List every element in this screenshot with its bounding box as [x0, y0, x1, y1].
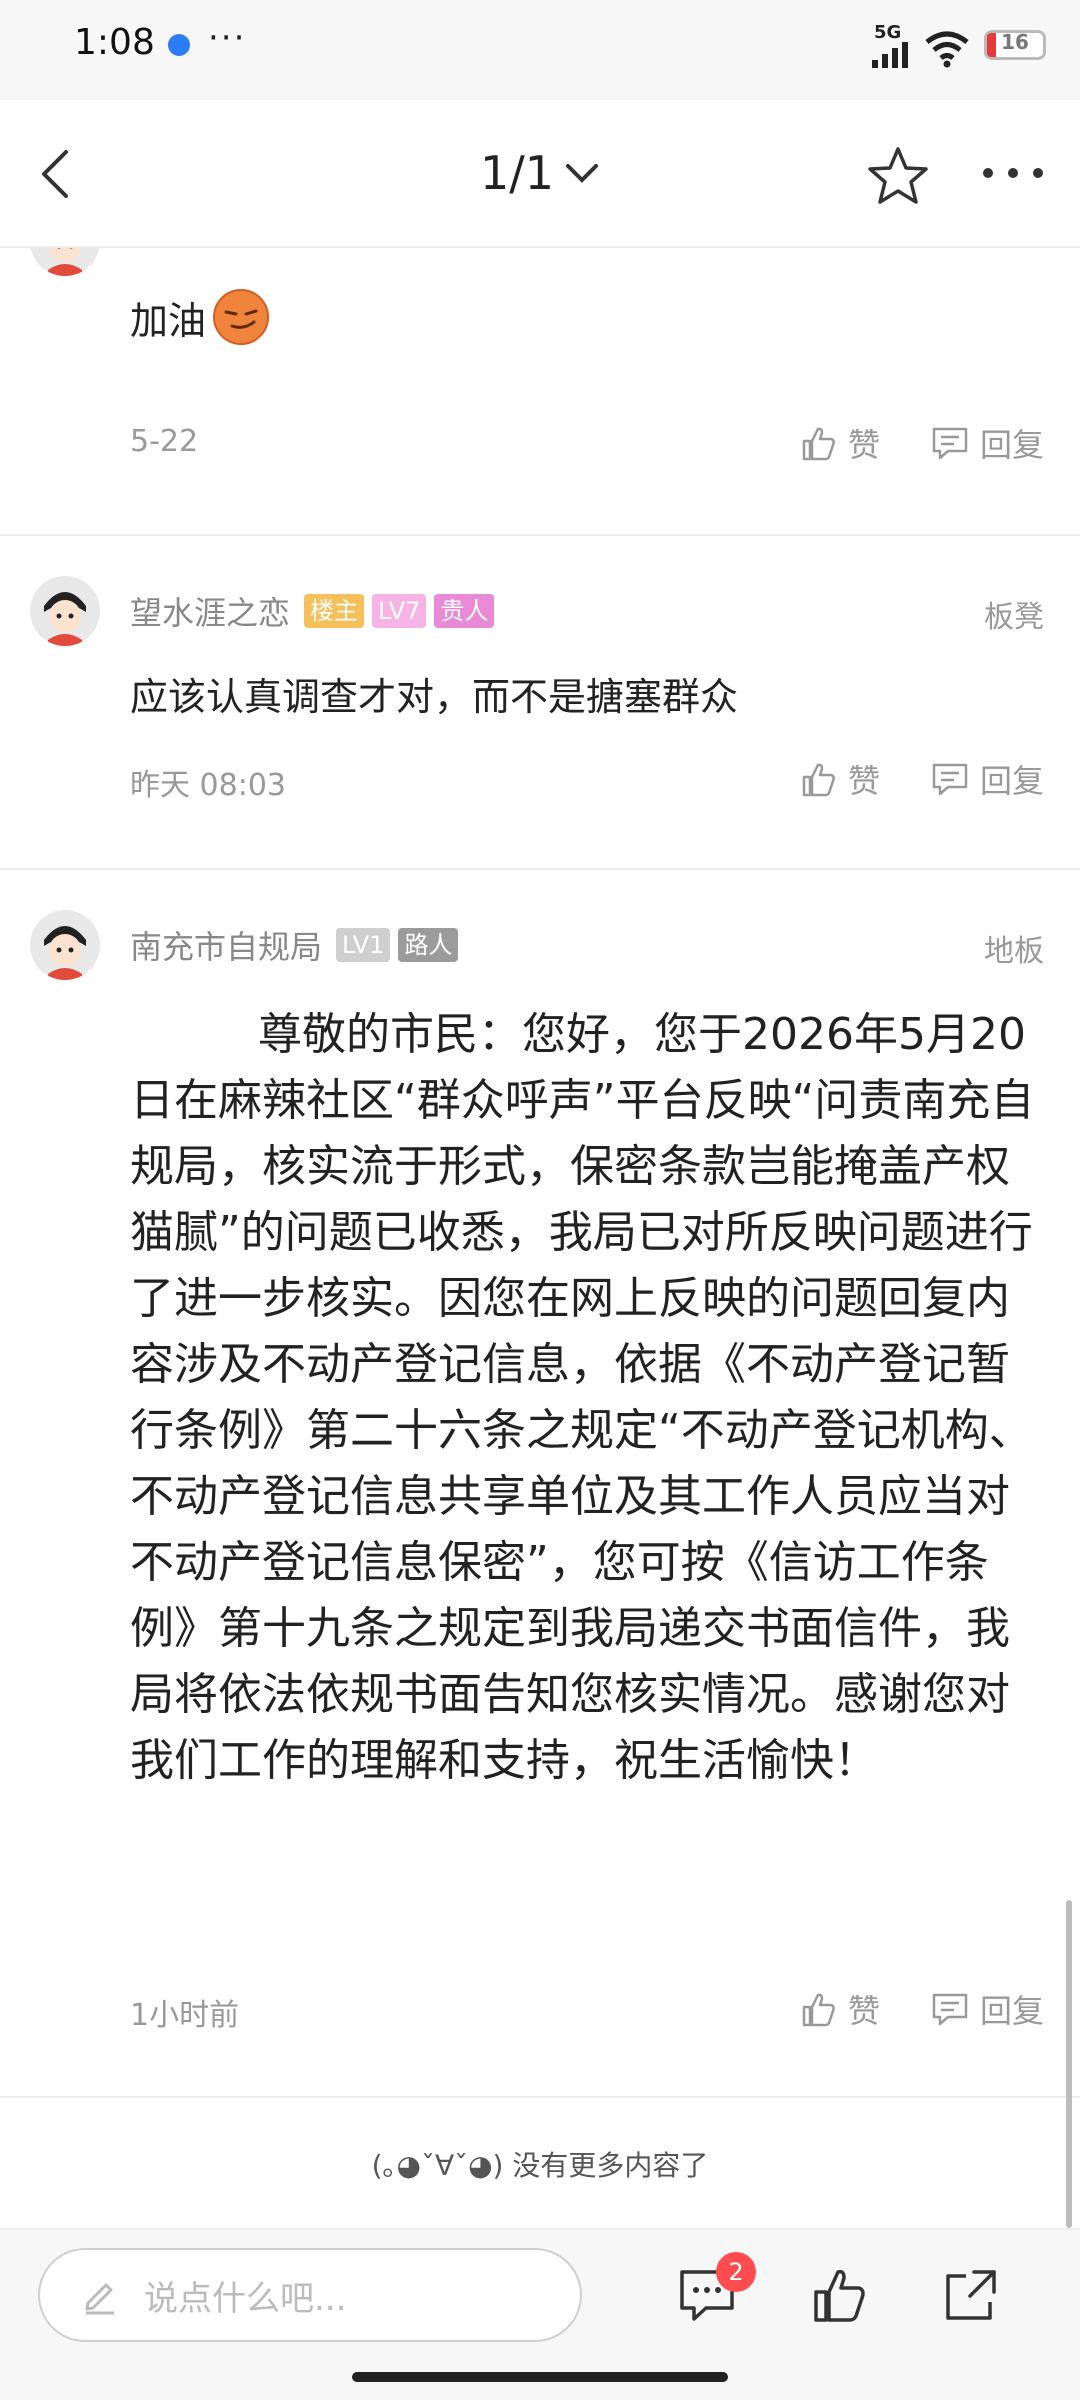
pencil-icon [85, 2283, 114, 2315]
comment-text: 加油 [130, 288, 1044, 346]
title-badge: 贵人 [434, 594, 495, 628]
more-options-icon[interactable] [978, 158, 1048, 188]
back-arrow-icon[interactable] [28, 144, 88, 204]
comment-time: 1小时前 [130, 1998, 240, 2033]
share-icon[interactable] [940, 2264, 1002, 2326]
status-more-indicator: ··· [208, 18, 247, 58]
battery-percent: 16 [1001, 30, 1029, 54]
avatar[interactable] [30, 248, 100, 276]
reply-button[interactable]: 回复 [930, 420, 1044, 466]
host-badge: 楼主 [304, 594, 365, 628]
level-badge: LV7 [372, 594, 427, 628]
comment-count-badge: 2 [716, 2252, 756, 2292]
battery-icon: 16 [984, 30, 1046, 60]
like-button[interactable]: 赞 [798, 420, 880, 466]
comment-list: 加油 5-22 赞 回复 望水涯之恋 楼主 LV7 贵人 板凳 应该认真调查才对… [0, 248, 1080, 2228]
end-of-content-note: (｡◕ˇ∀ˇ◕) 没有更多内容了 [371, 2149, 709, 2182]
like-label: 赞 [847, 426, 880, 464]
level-badge: LV1 [336, 928, 391, 962]
like-label: 赞 [847, 762, 880, 800]
like-label: 赞 [847, 1992, 880, 2030]
reply-label: 回复 [979, 1992, 1044, 2030]
smirk-emoji-icon [213, 289, 270, 345]
comment-actions: 赞 回复 [748, 420, 1044, 466]
reply-button[interactable]: 回复 [930, 756, 1044, 802]
comment-item: 望水涯之恋 楼主 LV7 贵人 板凳 应该认真调查才对，而不是搪塞群众 昨天 0… [0, 536, 1080, 870]
reply-label: 回复 [979, 762, 1044, 800]
floor-label: 地板 [984, 934, 1044, 969]
comment-input[interactable]: 说点什么吧... [38, 2248, 582, 2342]
comment-text: 应该认真调查才对，而不是搪塞群众 [130, 675, 739, 719]
comment-header: 望水涯之恋 楼主 LV7 贵人 [130, 588, 495, 634]
reply-bubble-icon [932, 427, 968, 460]
chevron-down-icon [566, 164, 599, 183]
username[interactable]: 望水涯之恋 [130, 588, 290, 634]
comment-actions: 赞 回复 [748, 1986, 1044, 2032]
thumbs-up-icon [802, 763, 835, 797]
avatar[interactable] [30, 576, 100, 646]
comment-time: 昨天 08:03 [130, 768, 286, 803]
comment-header: 南充市自规局 LV1 路人 [130, 922, 459, 968]
reply-bubble-icon [932, 1993, 968, 2026]
scrollbar[interactable] [1066, 1900, 1072, 2228]
like-button[interactable]: 赞 [798, 756, 880, 802]
status-bar: 1:08 ··· 5G 16 [0, 0, 1080, 100]
comment-text-content: 加油 [130, 298, 207, 343]
top-navigation-bar: 1/1 [0, 100, 1080, 248]
title-badge: 路人 [398, 928, 459, 962]
comment-item: 南充市自规局 LV1 路人 地板 尊敬的市民：您好，您于2026年5月20日在麻… [0, 870, 1080, 2098]
comment-actions: 赞 回复 [748, 756, 1044, 802]
comment-time: 5-22 [130, 424, 199, 459]
favorite-star-icon[interactable] [866, 144, 930, 208]
status-time: 1:08 [74, 22, 155, 63]
comment-input-placeholder: 说点什么吧... [144, 2278, 347, 2319]
thumbs-up-icon [802, 1993, 835, 2027]
app-notification-icon [168, 34, 190, 56]
avatar[interactable] [30, 910, 100, 980]
thumbs-up-icon[interactable] [808, 2264, 870, 2326]
comment-text: 尊敬的市民：您好，您于2026年5月20日在麻辣社区“群众呼声”平台反映“问责南… [130, 1009, 1035, 1786]
home-indicator [352, 2372, 728, 2382]
reply-button[interactable]: 回复 [930, 1986, 1044, 2032]
thumbs-up-icon [802, 427, 835, 461]
signal-icon [872, 42, 908, 68]
wifi-icon [925, 31, 969, 68]
comment-item: 加油 5-22 赞 回复 [0, 248, 1080, 536]
network-type-label: 5G [874, 22, 902, 43]
like-button[interactable]: 赞 [798, 1986, 880, 2032]
username[interactable]: 南充市自规局 [130, 922, 322, 968]
reply-label: 回复 [979, 426, 1044, 464]
reply-bubble-icon [932, 763, 968, 796]
page-indicator-label: 1/1 [480, 146, 555, 200]
floor-label: 板凳 [984, 600, 1044, 635]
page-indicator-dropdown[interactable]: 1/1 [480, 146, 600, 200]
